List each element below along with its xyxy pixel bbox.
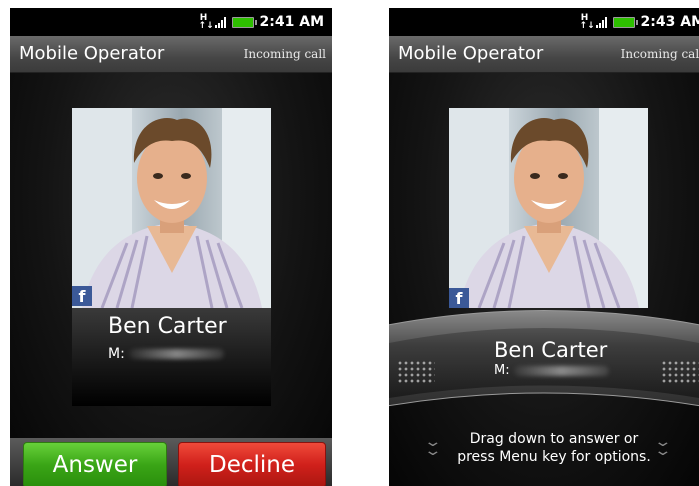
- grip-dots-icon: [661, 360, 699, 384]
- battery-icon: [231, 16, 257, 28]
- title-bar: Mobile Operator Incoming call: [10, 36, 332, 73]
- caller-number: M:: [108, 346, 224, 362]
- drag-hint-line2: press Menu key for options.: [457, 449, 651, 465]
- clock: 2:41 AM: [259, 14, 324, 30]
- phone-screen-lock-ring: H ↑↓ 2:43 AM Mobile Operator Incoming cal…: [389, 8, 699, 486]
- facebook-icon: f: [72, 286, 92, 306]
- signal-icon: [214, 16, 226, 28]
- phone-screen-answer-decline: H ↑↓ 2:41 AM Mobile Operator Incoming cal…: [10, 8, 332, 486]
- drag-hint: Drag down to answer or press Menu key fo…: [439, 430, 669, 466]
- call-state: Incoming call: [620, 47, 699, 61]
- grip-dots-icon: [397, 360, 435, 384]
- answer-button[interactable]: Answer: [23, 442, 167, 486]
- title-bar: Mobile Operator Incoming call: [389, 36, 699, 73]
- caller-name: Ben Carter: [494, 338, 608, 362]
- clock: 2:43 AM: [640, 14, 699, 30]
- decline-button[interactable]: Decline: [178, 442, 326, 486]
- drag-hint-line1: Drag down to answer or: [469, 431, 639, 447]
- operator-name: Mobile Operator: [398, 43, 544, 64]
- contact-photo: [449, 108, 648, 308]
- status-bar: H ↑↓ 2:43 AM: [389, 8, 699, 36]
- status-bar: H ↑↓ 2:41 AM: [10, 8, 332, 36]
- number-type-label: M:: [108, 346, 125, 362]
- caller-name: Ben Carter: [108, 314, 227, 339]
- network-h-icon: H ↑↓: [579, 13, 595, 31]
- blurred-number: [513, 365, 609, 376]
- contact-photo: [72, 108, 271, 308]
- blurred-number: [128, 349, 224, 359]
- caller-number: M:: [494, 363, 609, 378]
- operator-name: Mobile Operator: [19, 43, 165, 64]
- call-state: Incoming call: [243, 47, 326, 61]
- number-type-label: M:: [494, 363, 510, 378]
- battery-icon: [612, 16, 638, 28]
- network-h-icon: H ↑↓: [198, 13, 214, 31]
- signal-icon: [595, 16, 607, 28]
